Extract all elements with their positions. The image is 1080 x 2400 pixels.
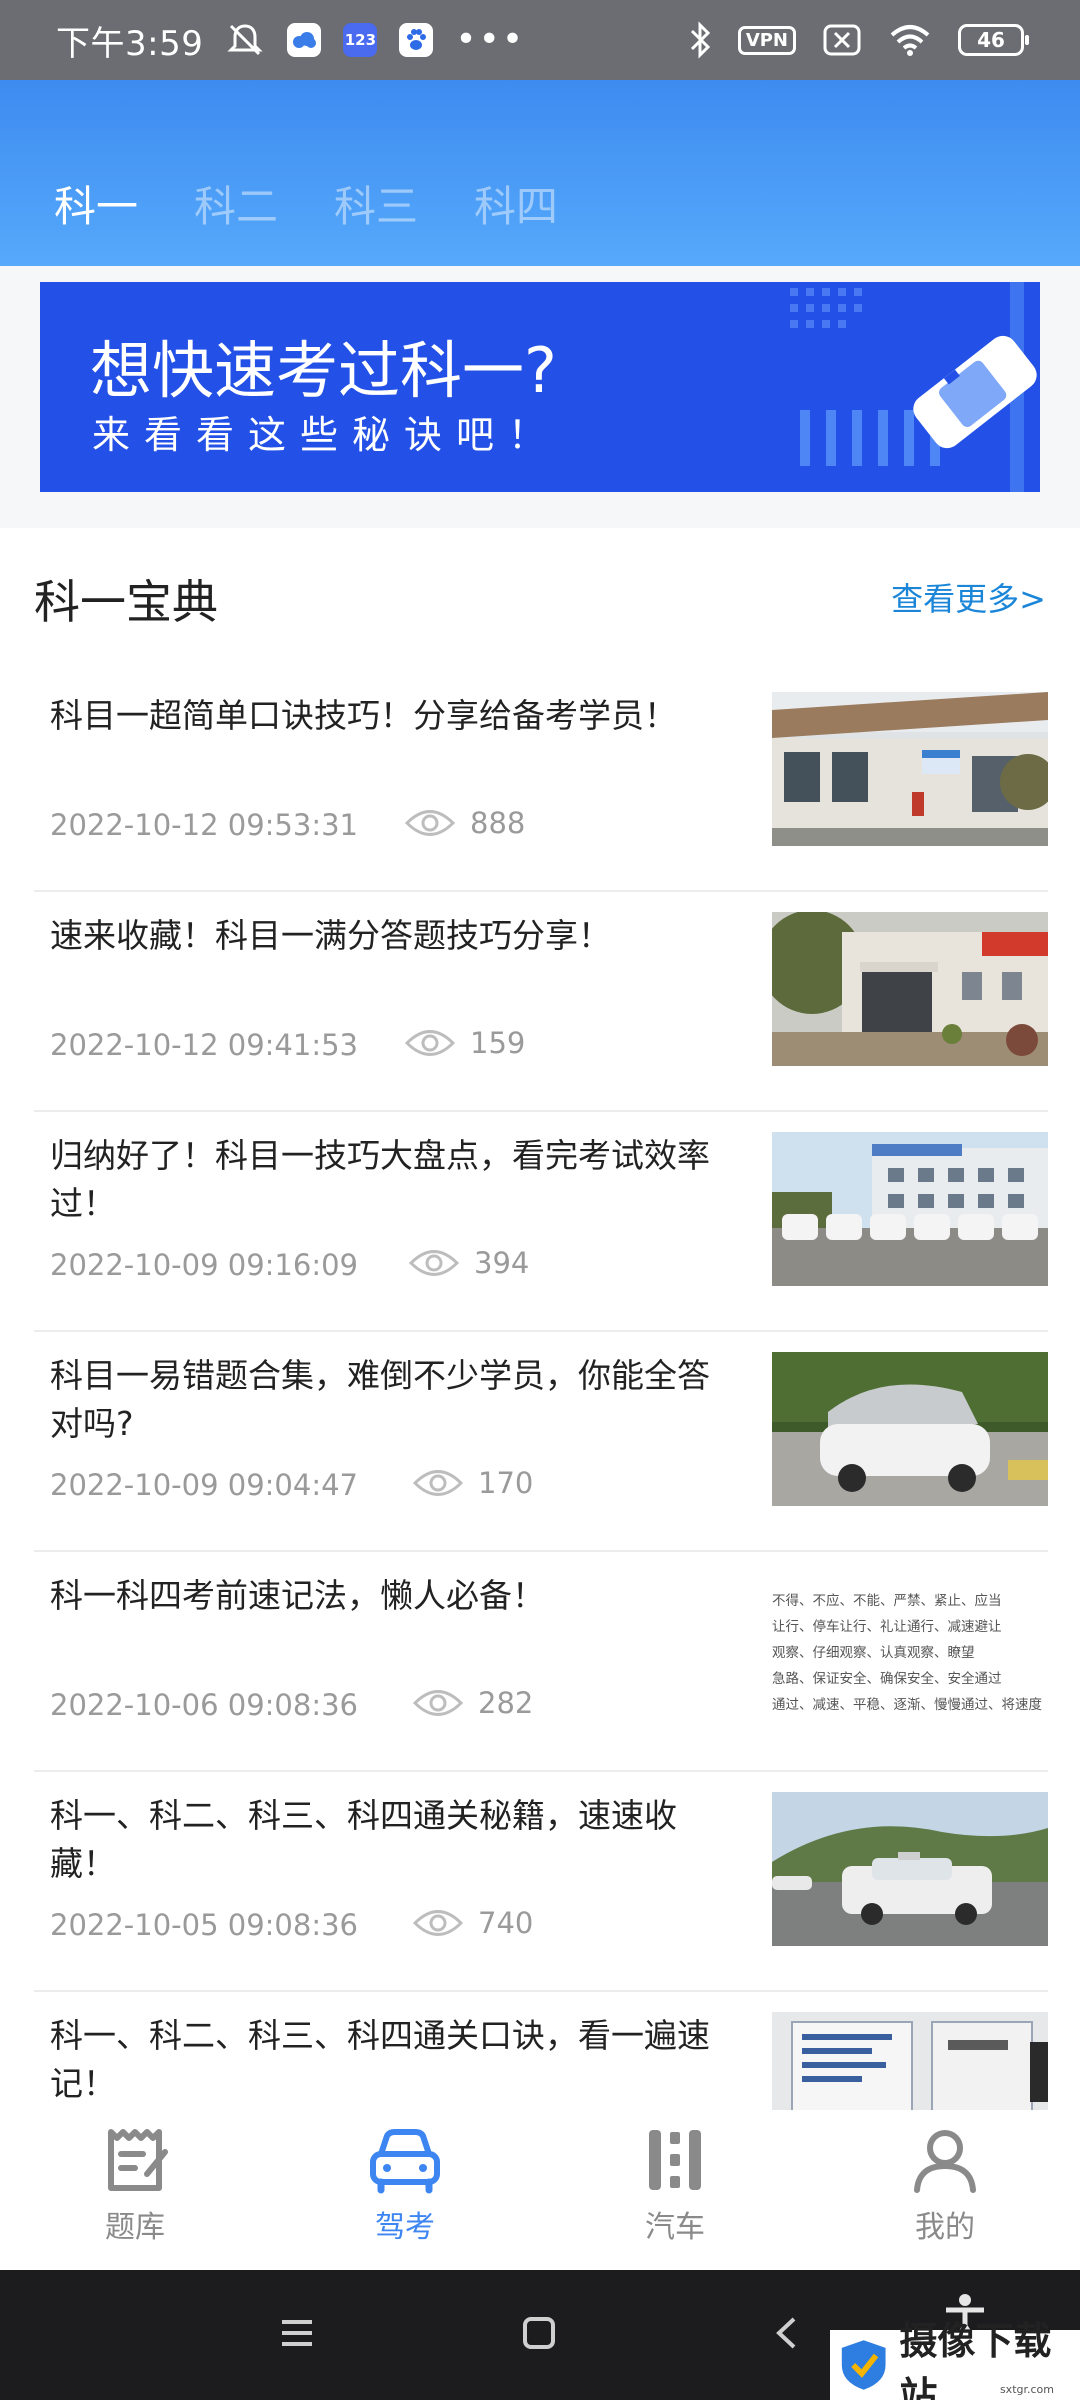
header: 科一 科二 科三 科四 xyxy=(0,80,1080,266)
article-item[interactable]: 归纳好了！科目一技巧大盘点，看完考试效率过！ 2022-10-09 09:16:… xyxy=(34,1112,1048,1332)
bluetooth-icon xyxy=(690,21,710,59)
tab-subject-4[interactable]: 科四 xyxy=(474,173,558,234)
eye-icon xyxy=(412,1910,464,1936)
eye-icon xyxy=(404,1030,456,1056)
view-count: 888 xyxy=(470,806,526,840)
vpn-icon: VPN xyxy=(737,25,796,55)
thumb-text-line: 通过、减速、平稳、逐渐、慢慢通过、将速度 xyxy=(772,1697,1042,1713)
article-thumbnail xyxy=(772,692,1048,846)
article-title: 科一、科二、科三、科四通关秘籍，速速收藏！ xyxy=(50,1796,677,1883)
view-count: 394 xyxy=(474,1246,530,1280)
article-views: 888 xyxy=(404,806,525,840)
view-count: 159 xyxy=(470,1026,526,1060)
article-thumbnail xyxy=(772,1352,1048,1506)
article-thumbnail: 不得、不应、不能、严禁、紧止、应当 让行、停车让行、礼让通行、减速避让 观察、仔… xyxy=(772,1572,1048,1726)
status-time: 下午3:59 xyxy=(56,23,204,64)
thumb-text-line: 不得、不应、不能、严禁、紧止、应当 xyxy=(772,1593,1002,1609)
article-title: 科目一超简单口诀技巧！分享给备考学员！ xyxy=(50,696,677,735)
battery-icon: 46 xyxy=(958,24,1029,56)
article-thumbnail xyxy=(772,1132,1048,1286)
eye-icon xyxy=(404,810,456,836)
article-thumbnail xyxy=(772,2012,1048,2110)
section-title: 科一宝典 xyxy=(34,575,218,629)
home-icon[interactable] xyxy=(522,2316,556,2350)
no-sim-icon xyxy=(823,24,861,56)
article-item[interactable]: 科目一易错题合集，难倒不少学员，你能全答对吗? 2022-10-09 09:04… xyxy=(34,1332,1048,1552)
article-thumbnail xyxy=(772,1792,1048,1946)
nav-question-bank[interactable]: 题库 xyxy=(0,2110,270,2270)
article-date: 2022-10-12 09:41:53 xyxy=(50,1028,358,1062)
more-notifications-icon: ••• xyxy=(455,19,526,60)
watermark: 摄像下载站 sxtgr.com xyxy=(830,2319,1080,2400)
car-icon xyxy=(370,2129,440,2194)
nav-driving-test[interactable]: 驾考 xyxy=(270,2110,540,2270)
article-title: 科目一易错题合集，难倒不少学员，你能全答对吗? xyxy=(50,1356,710,1443)
view-count: 170 xyxy=(478,1466,534,1500)
question-bank-icon xyxy=(108,2129,168,2191)
promo-banner[interactable]: 想快速考过科一? 来看看这些秘诀吧！ xyxy=(40,282,1040,492)
nav-label: 题库 xyxy=(105,2210,165,2245)
article-title: 速来收藏！科目一满分答题技巧分享！ xyxy=(50,916,611,955)
banner-car-illustration xyxy=(790,282,1037,492)
cloud-app-icon xyxy=(287,23,322,57)
article-views: 170 xyxy=(412,1466,533,1500)
app-badge-icon: 123 xyxy=(343,23,378,57)
status-bar: 下午3:59 123 ••• VPN 46 xyxy=(0,0,1080,80)
article-views: 740 xyxy=(412,1906,533,1940)
nav-profile[interactable]: 我的 xyxy=(810,2110,1080,2270)
article-date: 2022-10-09 09:16:09 xyxy=(50,1248,358,1282)
article-thumbnail xyxy=(772,912,1048,1066)
article-date: 2022-10-12 09:53:31 xyxy=(50,808,358,842)
article-title: 归纳好了！科目一技巧大盘点，看完考试效率过！ xyxy=(50,1136,710,1223)
article-date: 2022-10-09 09:04:47 xyxy=(50,1468,358,1502)
article-date: 2022-10-06 09:08:36 xyxy=(50,1688,358,1722)
view-more-link[interactable]: 查看更多> xyxy=(891,574,1046,620)
back-icon[interactable] xyxy=(774,2316,798,2350)
nav-label: 汽车 xyxy=(645,2210,705,2245)
article-views: 159 xyxy=(404,1026,525,1060)
view-count: 740 xyxy=(478,1906,534,1940)
watermark-shield-icon xyxy=(841,2340,886,2390)
banner-area: 想快速考过科一? 来看看这些秘诀吧！ xyxy=(0,266,1080,528)
thumb-text-line: 急路、保证安全、确保安全、安全通过 xyxy=(772,1671,1002,1687)
baidu-paw-icon xyxy=(399,23,434,57)
article-item[interactable]: 科目一超简单口诀技巧！分享给备考学员！ 2022-10-12 09:53:31 … xyxy=(34,672,1048,892)
mute-alarm-icon xyxy=(227,24,263,56)
thumb-text-line: 观察、仔细观察、认真观察、瞭望 xyxy=(772,1645,975,1661)
automobile-icon xyxy=(649,2130,701,2190)
article-item[interactable]: 科一、科二、科三、科四通关秘籍，速速收藏！ 2022-10-05 09:08:3… xyxy=(34,1772,1048,1992)
thumb-text-line: 让行、停车让行、礼让通行、减速避让 xyxy=(772,1619,1002,1635)
eye-icon xyxy=(412,1470,464,1496)
nav-label: 我的 xyxy=(915,2210,975,2245)
article-list: 科目一超简单口诀技巧！分享给备考学员！ 2022-10-12 09:53:31 … xyxy=(34,672,1048,2110)
banner-subtitle: 来看看这些秘诀吧！ xyxy=(92,413,561,457)
tab-subject-3[interactable]: 科三 xyxy=(334,173,418,234)
tab-subject-2[interactable]: 科二 xyxy=(194,173,278,234)
profile-icon xyxy=(914,2130,976,2193)
nav-automobile[interactable]: 汽车 xyxy=(540,2110,810,2270)
nav-label: 驾考 xyxy=(375,2210,435,2245)
article-views: 282 xyxy=(412,1686,533,1720)
tab-subject-1[interactable]: 科一 xyxy=(54,173,138,234)
eye-icon xyxy=(412,1690,464,1716)
article-item[interactable]: 科一、科二、科三、科四通关口诀，看一遍速记！ xyxy=(34,1992,1048,2110)
eye-icon xyxy=(408,1250,460,1276)
wifi-icon xyxy=(890,25,930,56)
subject-tabs: 科一 科二 科三 科四 xyxy=(54,173,558,234)
article-title: 科一科四考前速记法，懒人必备！ xyxy=(50,1576,545,1615)
menu-icon[interactable] xyxy=(280,2318,314,2348)
banner-title: 想快速考过科一? xyxy=(90,334,557,407)
article-item[interactable]: 速来收藏！科目一满分答题技巧分享！ 2022-10-12 09:41:53 15… xyxy=(34,892,1048,1112)
article-item[interactable]: 科一科四考前速记法，懒人必备！ 2022-10-06 09:08:36 282 … xyxy=(34,1552,1048,1772)
watermark-url: sxtgr.com xyxy=(999,2383,1054,2396)
view-count: 282 xyxy=(478,1686,534,1720)
article-views: 394 xyxy=(408,1246,529,1280)
article-title: 科一、科二、科三、科四通关口诀，看一遍速记！ xyxy=(50,2016,710,2103)
article-date: 2022-10-05 09:08:36 xyxy=(50,1908,358,1942)
bottom-navigation: 题库 驾考 汽车 我的 xyxy=(0,2110,1080,2270)
